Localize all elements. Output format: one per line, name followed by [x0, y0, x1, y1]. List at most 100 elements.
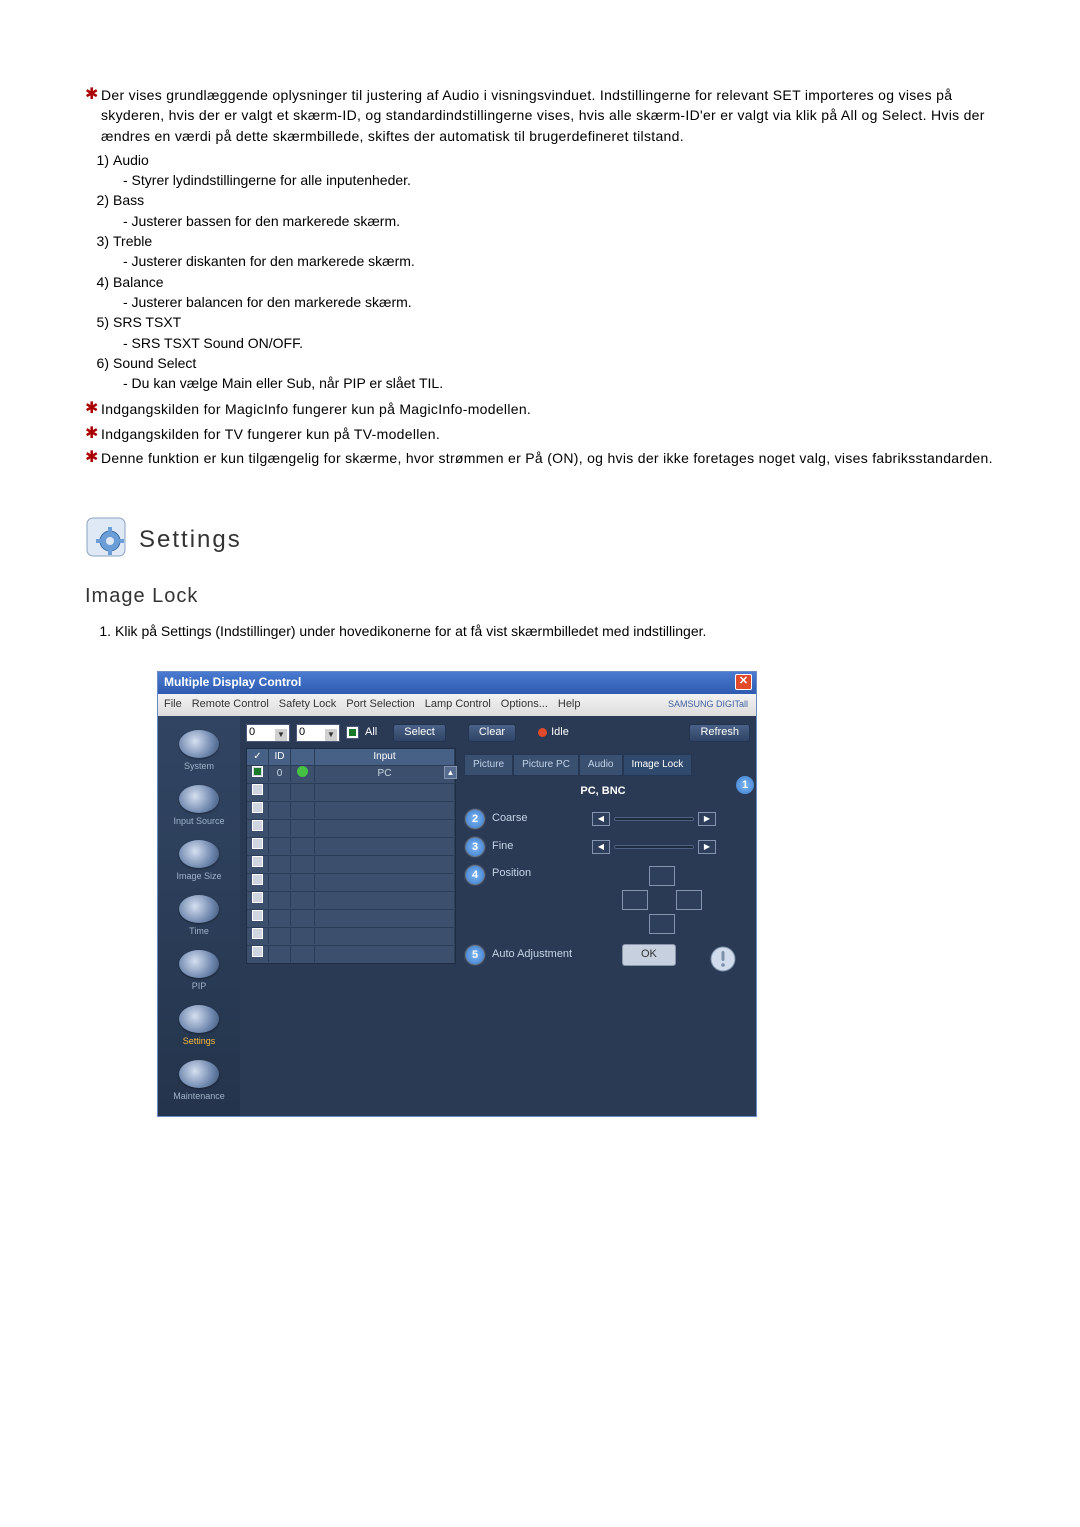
coarse-slider[interactable]: [614, 817, 694, 821]
position-down-button[interactable]: [649, 914, 675, 934]
sidebar-label: Input Source: [173, 816, 224, 826]
sidebar-item-input-source[interactable]: Input Source: [164, 781, 234, 834]
item-title: Balance: [113, 272, 1005, 292]
row-checkbox[interactable]: [252, 766, 263, 777]
item-desc: - Styrer lydindstillingerne for alle inp…: [123, 170, 1005, 190]
menu-safety-lock[interactable]: Safety Lock: [279, 697, 336, 713]
callout-1: 1: [736, 776, 754, 794]
brand-label: SAMSUNG DIGITall: [668, 698, 748, 711]
tab-audio[interactable]: Audio: [579, 754, 623, 777]
sidebar-label: System: [184, 761, 214, 771]
ok-button[interactable]: OK: [622, 944, 676, 966]
row-checkbox[interactable]: [252, 928, 263, 939]
col-id: ID: [269, 749, 291, 765]
sidebar-item-image-size[interactable]: Image Size: [164, 836, 234, 889]
position-up-button[interactable]: [649, 866, 675, 886]
dropdown-2[interactable]: 0: [296, 724, 340, 742]
star-icon: ✱: [85, 426, 101, 442]
table-row: [247, 783, 455, 801]
coarse-left-button[interactable]: ◀: [592, 812, 610, 826]
item-index: 3): [91, 231, 113, 251]
sidebar-label: PIP: [192, 981, 207, 991]
sidebar-label: Settings: [183, 1036, 216, 1046]
item-title: Treble: [113, 231, 1005, 251]
star-icon: ✱: [85, 450, 101, 466]
table-row: [247, 909, 455, 927]
item-index: 6): [91, 353, 113, 373]
menu-remote-control[interactable]: Remote Control: [192, 697, 269, 713]
fine-left-button[interactable]: ◀: [592, 840, 610, 854]
item-title: Audio: [113, 150, 1005, 170]
fine-slider[interactable]: [614, 845, 694, 849]
item-desc: - SRS TSXT Sound ON/OFF.: [123, 333, 1005, 353]
table-row: [247, 837, 455, 855]
refresh-button[interactable]: Refresh: [689, 724, 750, 742]
table-row: [247, 945, 455, 963]
row-checkbox[interactable]: [252, 946, 263, 957]
idle-label: Idle: [551, 725, 569, 741]
row-checkbox[interactable]: [252, 784, 263, 795]
menu-port-selection[interactable]: Port Selection: [346, 697, 414, 713]
sidebar-item-maintenance[interactable]: Maintenance: [164, 1056, 234, 1109]
section-title: Settings: [139, 523, 242, 558]
row-checkbox[interactable]: [252, 838, 263, 849]
param-fine-label: Fine: [492, 839, 592, 855]
menu-lamp-control[interactable]: Lamp Control: [425, 697, 491, 713]
item-title: SRS TSXT: [113, 312, 1005, 332]
item-desc: - Justerer balancen for den markerede sk…: [123, 292, 1005, 312]
tab-picture-pc[interactable]: Picture PC: [513, 754, 579, 777]
dropdown-value: 0: [299, 725, 305, 741]
main-area: 0 0 All Select Clear Idle Refresh: [240, 716, 756, 1116]
sidebar-item-pip[interactable]: PIP: [164, 946, 234, 999]
window-titlebar: Multiple Display Control ✕: [158, 672, 756, 694]
table-row: [247, 819, 455, 837]
time-icon: [179, 895, 219, 923]
warning-icon: [708, 944, 738, 974]
dropdown-1[interactable]: 0: [246, 724, 290, 742]
col-status: [291, 749, 315, 765]
menu-help[interactable]: Help: [558, 697, 581, 713]
row-checkbox[interactable]: [252, 892, 263, 903]
menu-options[interactable]: Options...: [501, 697, 548, 713]
row-checkbox[interactable]: [252, 910, 263, 921]
idle-indicator: Idle: [538, 725, 569, 741]
row-checkbox[interactable]: [252, 820, 263, 831]
callout-3: 3: [466, 838, 484, 856]
tab-image-lock[interactable]: Image Lock: [623, 754, 693, 777]
callout-4: 4: [466, 866, 484, 884]
item-desc: - Du kan vælge Main eller Sub, når PIP e…: [123, 373, 1005, 393]
numbered-list: 1) Audio - Styrer lydindstillingerne for…: [91, 150, 1005, 394]
row-checkbox[interactable]: [252, 802, 263, 813]
param-auto-adjust-label: Auto Adjustment: [492, 947, 592, 963]
sidebar-item-system[interactable]: System: [164, 726, 234, 779]
table-row: [247, 927, 455, 945]
display-table: ✓ ID Input 0 PC: [246, 748, 456, 964]
sidebar-item-time[interactable]: Time: [164, 891, 234, 944]
row-checkbox[interactable]: [252, 874, 263, 885]
footnote: Indgangskilden for MagicInfo fungerer ku…: [101, 399, 1005, 419]
coarse-right-button[interactable]: ▶: [698, 812, 716, 826]
item-desc: - Justerer diskanten for den markerede s…: [123, 251, 1005, 271]
table-row[interactable]: 0 PC: [247, 765, 455, 783]
close-button[interactable]: ✕: [735, 674, 752, 690]
sidebar-label: Image Size: [176, 871, 221, 881]
pip-icon: [179, 950, 219, 978]
fine-right-button[interactable]: ▶: [698, 840, 716, 854]
item-desc: - Justerer bassen for den markerede skær…: [123, 211, 1005, 231]
table-row: [247, 891, 455, 909]
item-title: Sound Select: [113, 353, 1005, 373]
footnote: Indgangskilden for TV fungerer kun på TV…: [101, 424, 1005, 444]
item-title: Bass: [113, 190, 1005, 210]
select-button[interactable]: Select: [393, 724, 446, 742]
app-window: Multiple Display Control ✕ File Remote C…: [157, 671, 757, 1117]
menu-file[interactable]: File: [164, 697, 182, 713]
item-index: 5): [91, 312, 113, 332]
all-checkbox[interactable]: [346, 726, 359, 739]
position-right-button[interactable]: [676, 890, 702, 910]
tab-picture[interactable]: Picture: [464, 754, 513, 777]
row-checkbox[interactable]: [252, 856, 263, 867]
clear-button[interactable]: Clear: [468, 724, 516, 742]
position-left-button[interactable]: [622, 890, 648, 910]
step-text: Klik på Settings (Indstillinger) under h…: [115, 621, 1005, 641]
sidebar-item-settings[interactable]: Settings: [164, 1001, 234, 1054]
